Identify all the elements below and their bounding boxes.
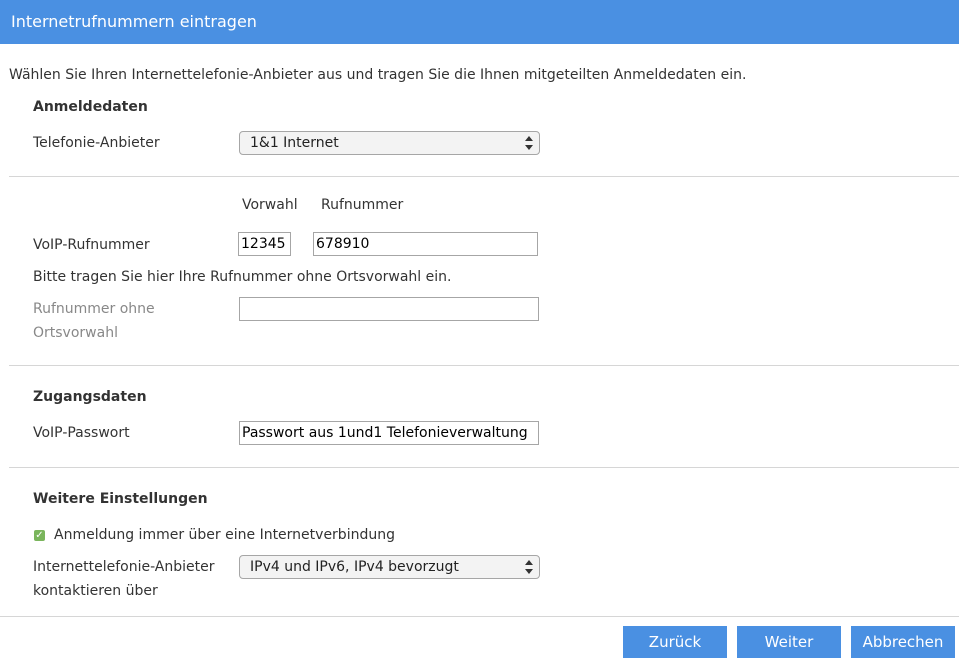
divider	[9, 176, 959, 177]
voip-passwort-label: VoIP-Passwort	[33, 425, 130, 441]
voip-passwort-input[interactable]: Passwort aus 1und1 Telefonieverwaltung	[239, 421, 539, 445]
back-button[interactable]: Zurück	[623, 626, 727, 658]
anmeldedaten-heading: Anmeldedaten	[33, 99, 148, 115]
next-button[interactable]: Weiter	[737, 626, 841, 658]
checkmark-icon: ✓	[35, 530, 44, 541]
rufnummer-ohne-label-line1: Rufnummer ohne	[33, 301, 155, 317]
provider-select[interactable]: 1&1 Internet	[239, 131, 540, 155]
contact-label-line2: kontaktieren über	[33, 583, 158, 599]
contact-select[interactable]: IPv4 und IPv6, IPv4 bevorzugt	[239, 555, 540, 579]
dialog-title-bar: Internetrufnummern eintragen	[0, 0, 959, 44]
dialog-title: Internetrufnummern eintragen	[11, 12, 257, 31]
rufnummer-ohne-label-line2: Ortsvorwahl	[33, 325, 118, 341]
select-arrows-icon	[525, 136, 533, 150]
rufnummer-input[interactable]: 678910	[313, 232, 538, 256]
anmeldung-checkbox-label[interactable]: Anmeldung immer über eine Internetverbin…	[54, 527, 395, 543]
select-arrows-icon	[525, 560, 533, 574]
rufnummer-column-label: Rufnummer	[321, 197, 404, 213]
cancel-button[interactable]: Abbrechen	[851, 626, 955, 658]
divider	[9, 365, 959, 366]
contact-label-line1: Internettelefonie-Anbieter	[33, 559, 215, 575]
footer-divider	[0, 616, 959, 617]
zugangsdaten-heading: Zugangsdaten	[33, 389, 147, 405]
provider-select-value: 1&1 Internet	[250, 135, 339, 151]
vorwahl-column-label: Vorwahl	[242, 197, 298, 213]
divider	[9, 467, 959, 468]
intro-text: Wählen Sie Ihren Internettelefonie-Anbie…	[9, 67, 747, 83]
voip-rufnummer-label: VoIP-Rufnummer	[33, 237, 150, 253]
contact-select-value: IPv4 und IPv6, IPv4 bevorzugt	[250, 559, 459, 575]
anmeldung-checkbox[interactable]: ✓	[34, 530, 45, 541]
weitere-einstellungen-heading: Weitere Einstellungen	[33, 491, 208, 507]
rufnummer-ohne-ortsvorwahl-input[interactable]	[239, 297, 539, 321]
rufnummer-hint: Bitte tragen Sie hier Ihre Rufnummer ohn…	[33, 269, 452, 285]
vorwahl-input[interactable]: 12345	[238, 232, 291, 256]
provider-label: Telefonie-Anbieter	[33, 135, 160, 151]
